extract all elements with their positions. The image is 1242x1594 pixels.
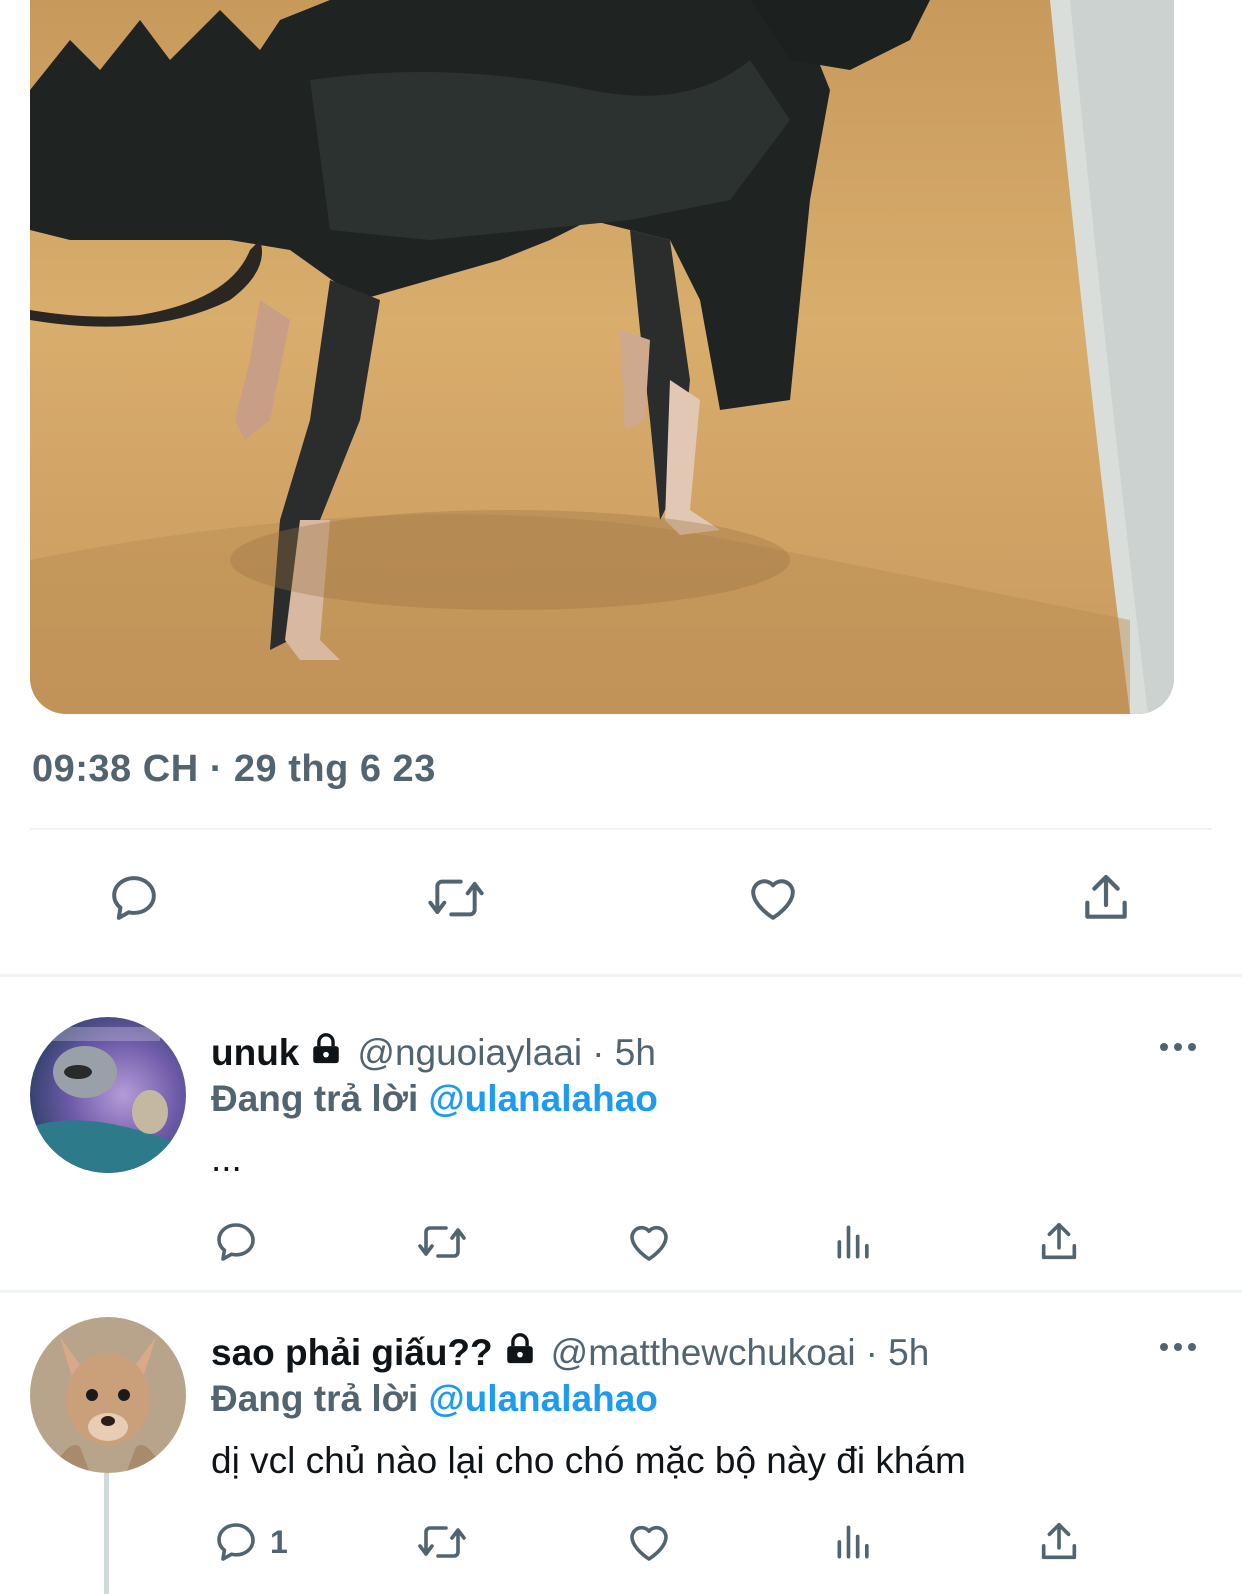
share-button[interactable]	[1036, 1218, 1082, 1266]
user-handle[interactable]: @nguoiaylaai	[357, 1032, 582, 1074]
reply-time: · 5h	[865, 1332, 930, 1373]
tweet-timestamp[interactable]: 09:38 CH · 29 thg 6 23	[32, 748, 436, 791]
raccoon-avatar-image	[30, 1017, 186, 1173]
reply-icon	[112, 876, 156, 920]
share-button[interactable]	[1036, 1518, 1082, 1566]
retweet-button[interactable]	[414, 1518, 470, 1566]
reply-count: 1	[270, 1523, 288, 1560]
views-button[interactable]	[832, 1518, 876, 1566]
avatar[interactable]	[30, 1317, 186, 1473]
like-icon	[751, 879, 795, 920]
reply-button[interactable]: 1	[212, 1518, 288, 1566]
analytics-icon	[837, 1525, 869, 1559]
reply-header: sao phải giấu?? @matthewchukoai · 5h	[211, 1330, 929, 1376]
replying-prefix: Đang trả lời	[211, 1378, 419, 1419]
retweet-button[interactable]	[414, 1218, 470, 1266]
user-handle[interactable]: @matthewchukoai	[551, 1332, 856, 1374]
like-icon	[630, 1225, 668, 1261]
section-divider	[0, 974, 1242, 977]
mention-link[interactable]: @ulanalahao	[429, 1078, 658, 1119]
thread-line	[104, 1470, 109, 1594]
display-name[interactable]: sao phải giấu??	[211, 1332, 493, 1374]
more-icon	[1160, 1343, 1196, 1351]
reply-header: unuk @nguoiaylaai · 5h	[211, 1030, 656, 1076]
lock-icon	[503, 1332, 537, 1375]
avatar[interactable]	[30, 1017, 186, 1173]
more-options-button[interactable]	[1158, 1040, 1198, 1059]
tweet-media-image[interactable]	[30, 0, 1174, 714]
like-icon	[630, 1525, 668, 1561]
reply-text: ...	[211, 1138, 242, 1179]
chihuahua-avatar-image	[30, 1317, 186, 1473]
reply-icon	[217, 1523, 255, 1561]
reply-icon	[217, 1223, 255, 1261]
more-icon	[1160, 1043, 1196, 1051]
section-divider	[0, 1290, 1242, 1293]
reply-text: dị vcl chủ nào lại cho chó mặc bộ này đi…	[211, 1440, 966, 1481]
divider	[30, 828, 1212, 830]
like-button[interactable]	[624, 1518, 674, 1566]
analytics-icon	[837, 1225, 869, 1259]
replying-to: Đang trả lời @ulanalahao	[211, 1078, 658, 1120]
reply-button[interactable]	[106, 870, 162, 926]
share-icon	[1085, 874, 1127, 919]
lock-icon	[309, 1032, 343, 1075]
share-button[interactable]	[1078, 870, 1134, 926]
like-button[interactable]	[744, 870, 802, 926]
reply-button[interactable]	[212, 1218, 260, 1266]
views-button[interactable]	[832, 1218, 876, 1266]
retweet-icon	[428, 879, 484, 917]
mention-link[interactable]: @ulanalahao	[429, 1378, 658, 1419]
replying-prefix: Đang trả lời	[211, 1078, 419, 1119]
share-icon	[1041, 1222, 1077, 1260]
replying-to: Đang trả lời @ulanalahao	[211, 1378, 658, 1420]
like-button[interactable]	[624, 1218, 674, 1266]
more-options-button[interactable]	[1158, 1340, 1198, 1359]
retweet-icon	[418, 1226, 466, 1258]
share-icon	[1041, 1522, 1077, 1560]
dog-photo	[30, 0, 1174, 714]
retweet-button[interactable]	[424, 870, 488, 926]
retweet-icon	[418, 1526, 466, 1558]
reply-time: · 5h	[592, 1032, 656, 1073]
display-name[interactable]: unuk	[211, 1032, 299, 1074]
